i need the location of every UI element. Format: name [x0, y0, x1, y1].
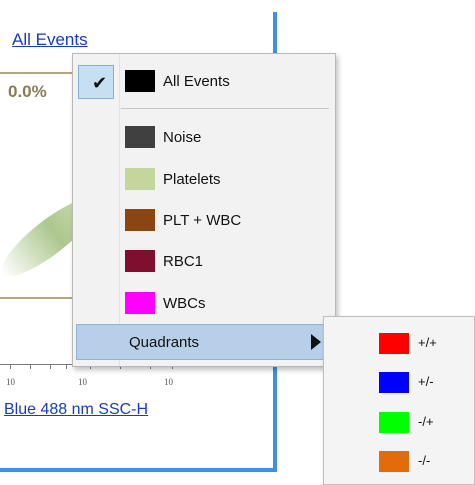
axis-tick-label: 10 — [78, 377, 87, 387]
axis-tick — [66, 364, 67, 369]
menu-item-all-events[interactable]: ✔ All Events — [73, 58, 335, 104]
submenu-item-label: -/- — [418, 453, 431, 468]
x-axis-parameter-link[interactable]: Blue 488 nm SSC-H — [4, 401, 148, 419]
gate-selector-link[interactable]: All Events — [12, 30, 88, 50]
submenu-item-label: +/- — [418, 374, 434, 389]
menu-item-rbc1[interactable]: RBC1 — [73, 241, 335, 281]
axis-tick — [30, 364, 31, 369]
gate-line-bottom — [0, 297, 80, 299]
check-icon: ✔ — [92, 73, 108, 94]
submenu-item-neg-pos[interactable]: -/+ — [324, 406, 474, 442]
color-swatch — [125, 209, 155, 231]
plot-frame-bottom — [0, 468, 277, 472]
axis-tick — [50, 364, 51, 369]
menu-item-platelets[interactable]: Platelets — [73, 159, 335, 199]
menu-item-label: PLT + WBC — [163, 212, 242, 229]
submenu-arrow-icon — [311, 334, 321, 350]
gate-line-top — [0, 72, 80, 74]
menu-item-label: Quadrants — [129, 334, 200, 351]
color-swatch — [125, 126, 155, 148]
menu-item-noise[interactable]: Noise — [73, 117, 335, 157]
color-swatch — [379, 451, 409, 472]
submenu-item-neg-neg[interactable]: -/- — [324, 445, 474, 481]
menu-item-wbcs[interactable]: WBCs — [73, 283, 335, 323]
submenu-item-pos-neg[interactable]: +/- — [324, 366, 474, 402]
submenu-item-label: +/+ — [418, 335, 437, 350]
color-swatch — [379, 412, 409, 433]
color-swatch — [125, 168, 155, 190]
menu-item-plt-wbc[interactable]: PLT + WBC — [73, 200, 335, 240]
axis-tick — [10, 364, 11, 369]
color-swatch — [379, 372, 409, 393]
menu-item-label: WBCs — [163, 295, 206, 312]
menu-item-label: Platelets — [163, 171, 221, 188]
color-swatch — [125, 70, 155, 92]
quadrants-submenu: +/+ +/- -/+ -/- — [323, 316, 475, 485]
color-swatch — [379, 333, 409, 354]
menu-separator — [121, 108, 329, 109]
menu-item-quadrants[interactable]: Quadrants — [76, 324, 332, 360]
quadrant-percent: 0.0% — [8, 82, 47, 101]
checkmark-box: ✔ — [78, 65, 114, 99]
axis-tick-label: 10 — [164, 377, 173, 387]
gate-context-menu: ✔ All Events Noise Platelets PLT + WBC R… — [72, 53, 336, 367]
color-swatch — [125, 250, 155, 272]
menu-item-label: All Events — [163, 73, 230, 90]
submenu-item-pos-pos[interactable]: +/+ — [324, 327, 474, 363]
color-swatch — [125, 292, 155, 314]
axis-tick-label: 10 — [6, 377, 15, 387]
menu-item-label: Noise — [163, 129, 202, 146]
submenu-item-label: -/+ — [418, 414, 434, 429]
menu-item-label: RBC1 — [163, 253, 204, 270]
